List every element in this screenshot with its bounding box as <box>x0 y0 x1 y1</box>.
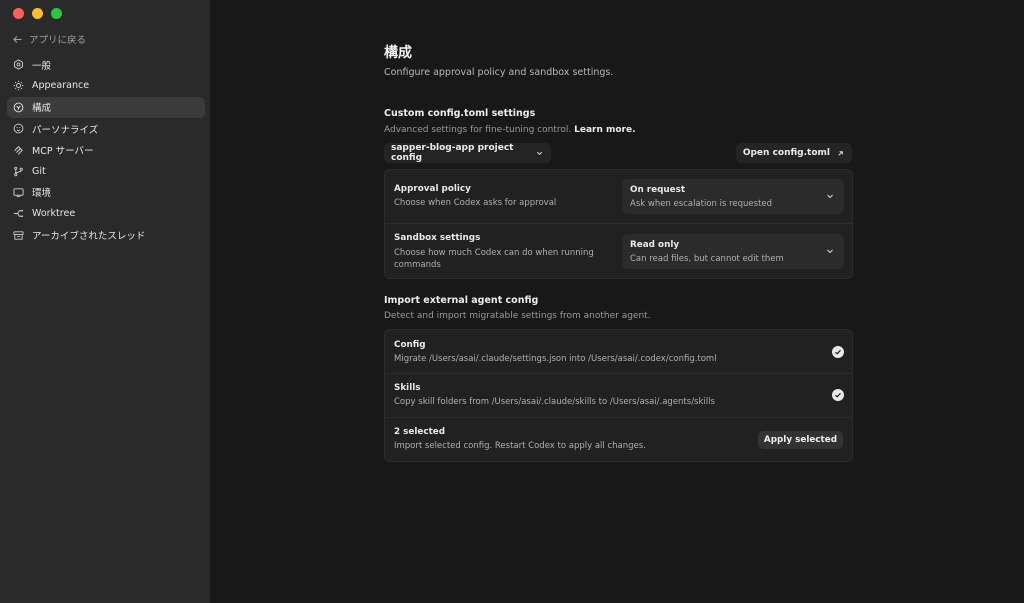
sidebar-item-environment[interactable]: 環境 <box>7 182 205 203</box>
page-subtitle: Configure approval policy and sandbox se… <box>384 67 614 78</box>
back-to-app-link[interactable]: アプリに戻る <box>12 32 86 46</box>
import-skills-row-title: Skills <box>394 383 421 393</box>
external-link-icon <box>838 150 843 156</box>
sandbox-settings-value-desc: Can read files, but cannot edit them <box>630 254 784 264</box>
import-config-row-title: Config <box>394 340 426 350</box>
sidebar-item-label: 一般 <box>32 60 52 72</box>
custom-config-desc: Advanced settings for fine-tuning contro… <box>384 125 636 135</box>
sidebar-item-git[interactable]: Git <box>7 160 205 181</box>
personalize-icon <box>13 123 24 134</box>
mcp-icon <box>14 146 23 155</box>
approval-policy-row: Approval policy Choose when Codex asks f… <box>385 170 852 224</box>
sidebar-item-label: アーカイブされたスレッド <box>32 231 146 243</box>
monitor-icon <box>13 188 24 198</box>
worktree-icon <box>13 210 23 218</box>
arrow-left-icon <box>13 35 22 43</box>
check-icon <box>835 349 841 355</box>
approval-policy-title: Approval policy <box>394 184 471 194</box>
approval-policy-desc: Choose when Codex asks for approval <box>394 198 557 208</box>
sandbox-settings-desc-line2: commands <box>394 260 441 270</box>
chevron-down-icon <box>827 194 833 199</box>
import-summary-desc: Import selected config. Restart Codex to… <box>394 441 646 451</box>
sidebar-item-label: 構成 <box>32 103 52 115</box>
settings-nav: 一般 Appearance 構成 パーソナライズ MCP サーバー Git 環境 <box>7 54 205 246</box>
sidebar-item-label: 環境 <box>32 188 52 200</box>
import-config-row[interactable]: Config Migrate /Users/asai/.claude/setti… <box>385 330 852 374</box>
sidebar-item-archived-threads[interactable]: アーカイブされたスレッド <box>7 224 205 245</box>
page-title: 構成 <box>384 45 412 61</box>
chevron-down-icon <box>536 151 543 156</box>
sidebar-item-label: Git <box>32 165 46 177</box>
sandbox-settings-title: Sandbox settings <box>394 233 481 243</box>
config-icon <box>13 102 24 113</box>
import-config-title: Import external agent config <box>384 295 539 306</box>
sidebar-item-label: パーソナライズ <box>32 124 99 136</box>
open-config-label: Open config.toml <box>742 148 830 158</box>
open-config-button[interactable]: Open config.toml <box>735 143 852 163</box>
import-summary-row: 2 selected Import selected config. Resta… <box>385 418 852 461</box>
sidebar-item-label: Worktree <box>32 208 76 220</box>
sidebar-item-label: MCP サーバー <box>32 145 94 157</box>
sun-icon <box>13 81 24 91</box>
selected-count: 2 selected <box>394 427 446 437</box>
sidebar-item-mcp-servers[interactable]: MCP サーバー <box>7 139 205 160</box>
import-skills-row-desc: Copy skill folders from /Users/asai/.cla… <box>394 397 715 407</box>
approval-policy-value: On request <box>630 185 686 195</box>
git-branch-icon <box>14 166 23 176</box>
apply-selected-button[interactable]: Apply selected <box>757 431 843 449</box>
custom-config-title: Custom config.toml settings <box>384 108 536 119</box>
import-config-card: Config Migrate /Users/asai/.claude/setti… <box>384 329 853 462</box>
sidebar-item-appearance[interactable]: Appearance <box>7 75 205 96</box>
sandbox-settings-dropdown[interactable]: Read only Can read files, but cannot edi… <box>622 234 844 269</box>
approval-policy-value-desc: Ask when escalation is requested <box>630 199 773 209</box>
sandbox-settings-value: Read only <box>630 240 680 250</box>
sidebar-item-label: Appearance <box>32 80 90 92</box>
sidebar-item-config[interactable]: 構成 <box>7 96 205 118</box>
close-window-button[interactable] <box>13 8 24 19</box>
check-icon <box>835 392 841 398</box>
window-controls <box>13 8 62 19</box>
learn-more-link[interactable]: Learn more. <box>574 125 635 135</box>
import-config-row-desc: Migrate /Users/asai/.claude/settings.jso… <box>394 354 717 364</box>
back-label: アプリに戻る <box>29 35 87 46</box>
project-config-select[interactable]: sapper-blog-app project config <box>384 143 551 163</box>
sandbox-settings-desc-line1: Choose how much Codex can do when runnin… <box>394 248 594 258</box>
project-config-value: sapper-blog-app project config <box>391 143 514 163</box>
gear-icon <box>14 59 23 70</box>
archive-icon <box>13 230 24 240</box>
sidebar-item-worktree[interactable]: Worktree <box>7 203 205 224</box>
custom-config-card: Approval policy Choose when Codex asks f… <box>384 169 853 279</box>
sidebar: アプリに戻る 一般 Appearance 構成 パーソナライズ MCP サーバー… <box>0 0 211 603</box>
import-config-desc: Detect and import migratable settings fr… <box>384 311 651 321</box>
skills-checkbox[interactable] <box>832 389 844 401</box>
config-checkbox[interactable] <box>832 346 844 358</box>
minimize-window-button[interactable] <box>32 8 43 19</box>
custom-config-desc-text: Advanced settings for fine-tuning contro… <box>384 125 572 135</box>
sidebar-item-general[interactable]: 一般 <box>7 54 205 75</box>
sidebar-item-personalize[interactable]: パーソナライズ <box>7 118 205 139</box>
approval-policy-dropdown[interactable]: On request Ask when escalation is reques… <box>622 179 844 214</box>
import-skills-row[interactable]: Skills Copy skill folders from /Users/as… <box>385 374 852 418</box>
chevron-down-icon <box>827 249 833 254</box>
zoom-window-button[interactable] <box>51 8 62 19</box>
sandbox-settings-row: Sandbox settings Choose how much Codex c… <box>385 224 852 279</box>
